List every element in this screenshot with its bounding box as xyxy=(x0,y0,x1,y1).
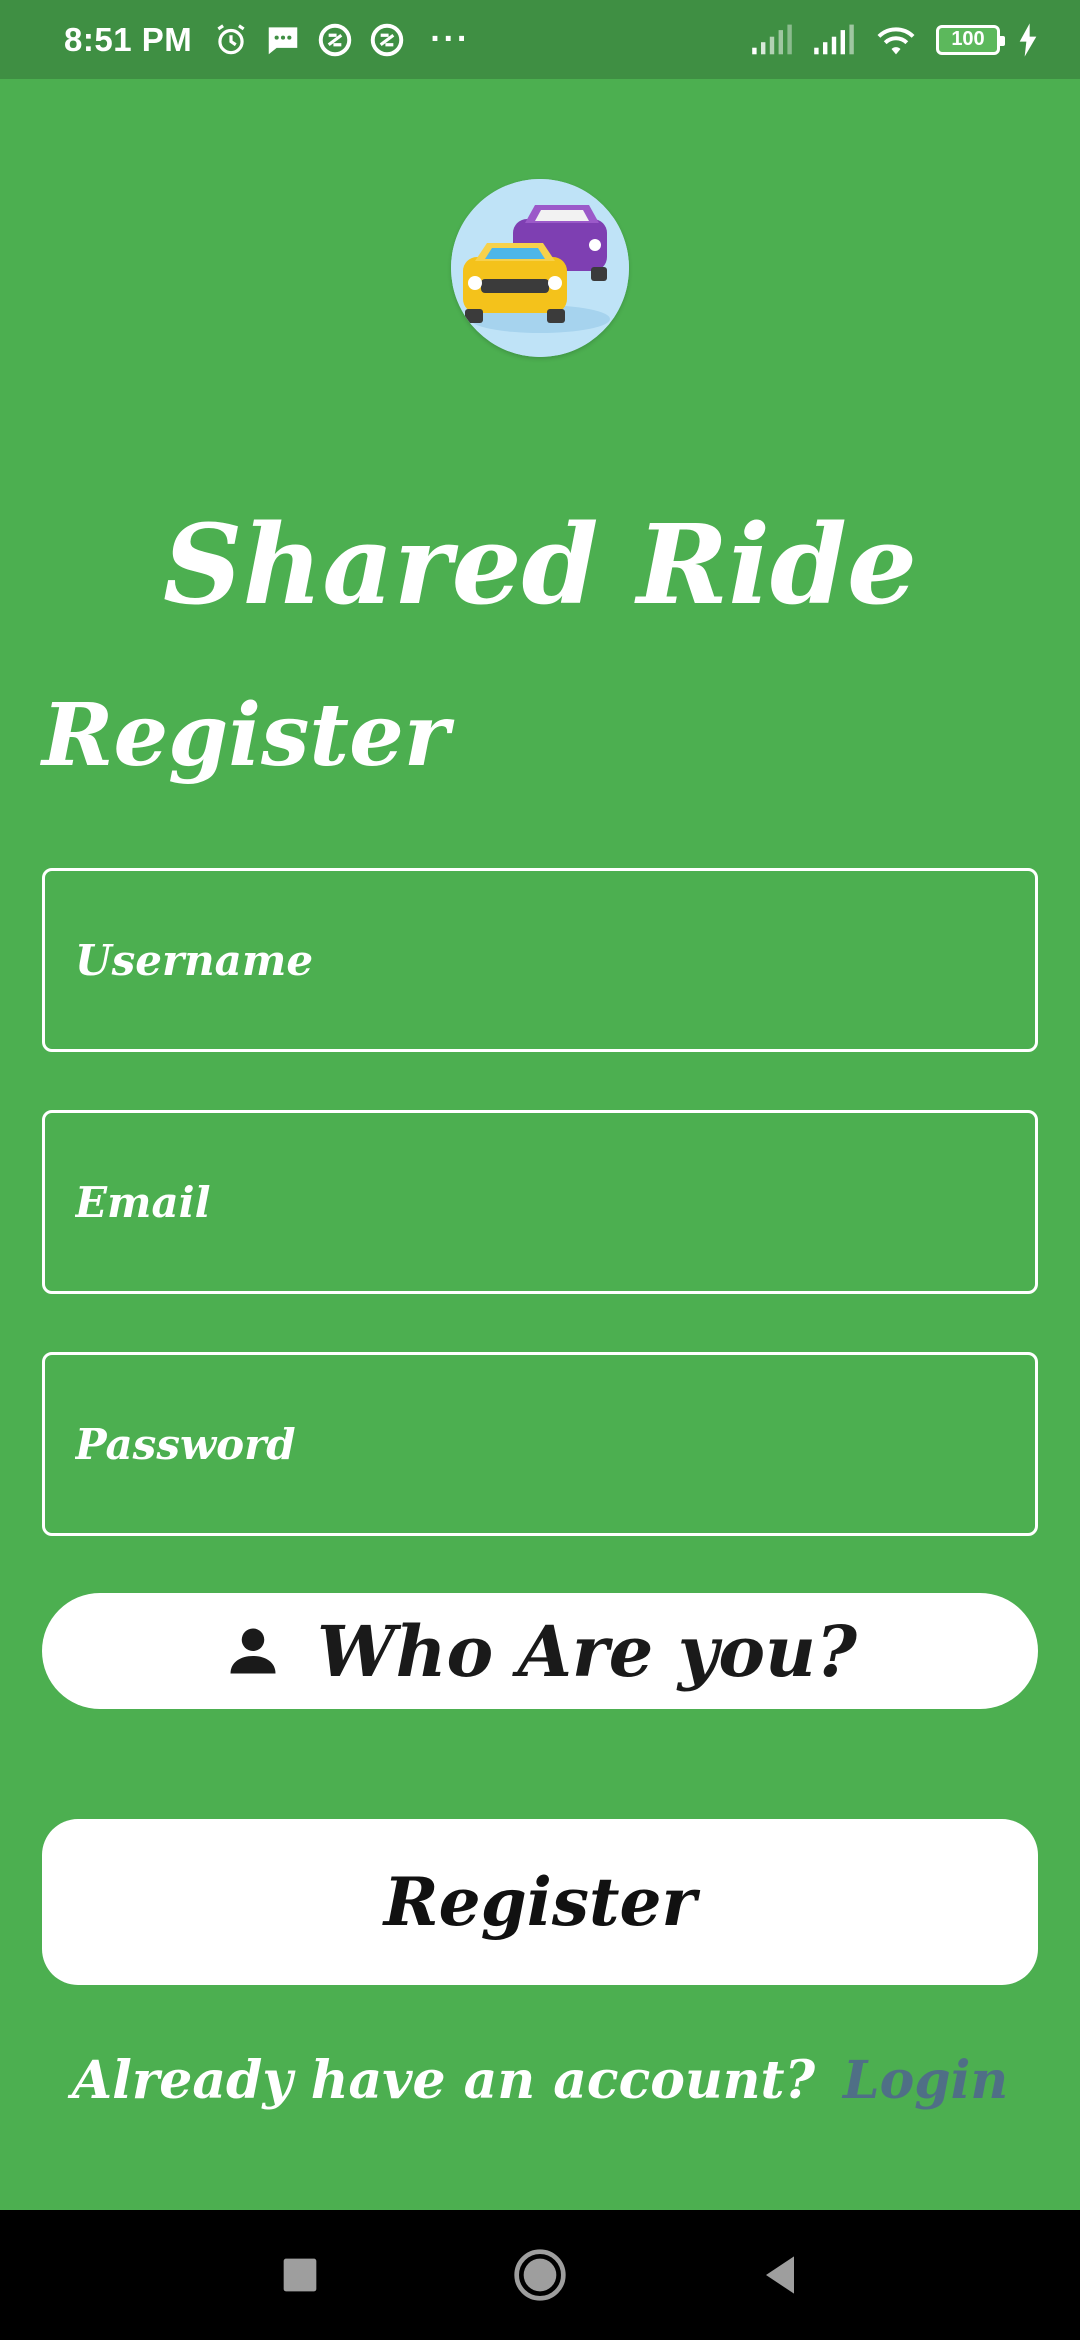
password-field[interactable] xyxy=(42,1352,1038,1536)
email-input[interactable] xyxy=(75,1113,1035,1291)
status-notification-icons: ··· xyxy=(212,20,470,59)
more-notifications-icon: ··· xyxy=(430,20,471,58)
sync-icon xyxy=(370,23,404,56)
role-label: Who Are you? xyxy=(317,1609,857,1693)
username-input[interactable] xyxy=(75,871,1035,1049)
back-triangle-icon xyxy=(766,2256,794,2294)
status-time: 8:51 PM xyxy=(64,20,193,58)
app-title: Shared Ride xyxy=(163,500,917,629)
home-button[interactable] xyxy=(505,2240,575,2310)
home-circle-icon xyxy=(514,2249,566,2301)
register-button[interactable]: Register xyxy=(42,1819,1038,1985)
login-link[interactable]: Login xyxy=(843,2050,1008,2111)
role-select-button[interactable]: Who Are you? xyxy=(42,1593,1038,1709)
message-icon xyxy=(268,26,298,54)
login-prompt-text: Already have an account? xyxy=(71,2050,816,2111)
alarm-icon xyxy=(217,23,245,54)
recents-button[interactable] xyxy=(265,2240,335,2310)
signal-icon xyxy=(752,24,792,54)
email-field[interactable] xyxy=(42,1110,1038,1294)
recents-square-icon xyxy=(283,2258,317,2292)
wifi-icon xyxy=(877,26,915,54)
back-button[interactable] xyxy=(745,2240,815,2310)
status-bar: 8:51 PM ··· 100 xyxy=(0,0,1080,79)
sync-icon xyxy=(318,23,352,56)
password-input[interactable] xyxy=(75,1355,1035,1533)
signal-icon xyxy=(814,24,854,54)
person-icon xyxy=(230,1628,276,1674)
username-field[interactable] xyxy=(42,868,1038,1052)
battery-icon: 100 xyxy=(936,24,1005,55)
register-heading: Register xyxy=(42,685,450,786)
charging-icon xyxy=(1019,22,1037,57)
login-prompt-row: Already have an account? Login xyxy=(0,2050,1080,2111)
status-system-icons: 100 xyxy=(750,22,1038,58)
navigation-bar xyxy=(0,2210,1080,2340)
cars-logo xyxy=(451,179,629,357)
